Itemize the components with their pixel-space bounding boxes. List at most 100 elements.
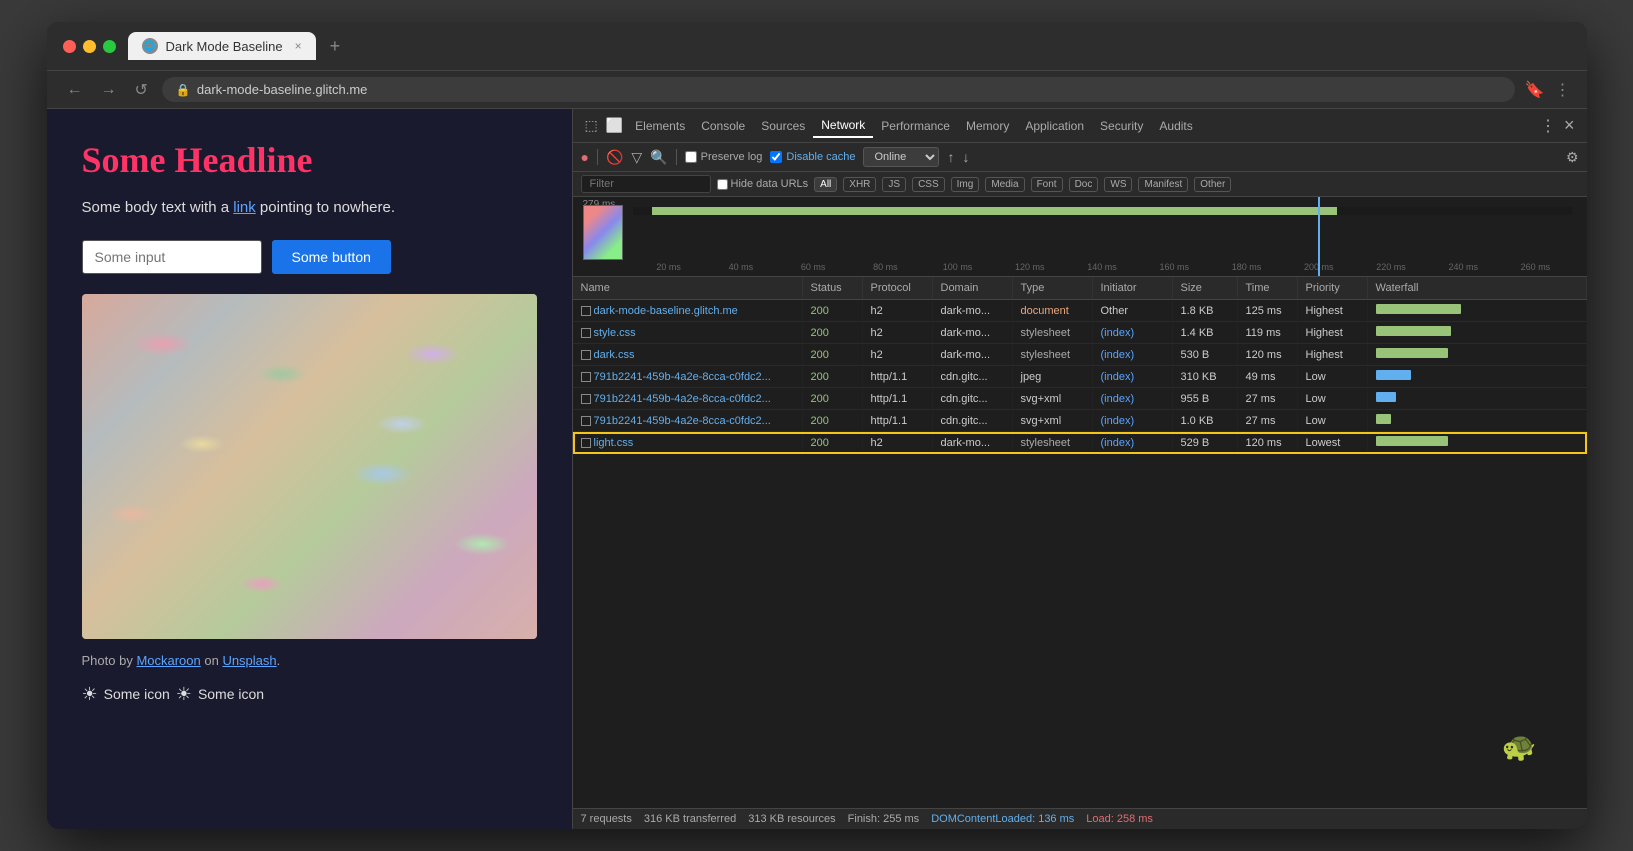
preserve-log-checkbox[interactable]: Preserve log — [685, 151, 763, 163]
some-input[interactable] — [82, 240, 262, 274]
col-waterfall[interactable]: Waterfall — [1368, 277, 1587, 299]
tab-close-button[interactable]: × — [295, 39, 302, 53]
row1-priority: Highest — [1298, 323, 1368, 343]
tab-security[interactable]: Security — [1092, 115, 1151, 137]
devtools-close-icon[interactable]: × — [1560, 109, 1579, 142]
table-row-highlighted[interactable]: light.css 200 h2 dark-mo... stylesheet (… — [573, 432, 1587, 454]
col-time[interactable]: Time — [1238, 277, 1298, 299]
address-bar: ← → ↺ 🔒 dark-mode-baseline.glitch.me 🔖 ⋮ — [47, 71, 1587, 109]
tab-application[interactable]: Application — [1017, 115, 1092, 137]
tab-console[interactable]: Console — [693, 115, 753, 137]
col-priority[interactable]: Priority — [1298, 277, 1368, 299]
main-area: Some Headline Some body text with a link… — [47, 109, 1587, 829]
filter-other[interactable]: Other — [1194, 177, 1231, 192]
table-row[interactable]: 791b2241-459b-4a2e-8cca-c0fdc2... 200 ht… — [573, 410, 1587, 432]
bookmark-icon[interactable]: 🔖 — [1525, 80, 1545, 100]
row2-waterfall — [1368, 344, 1587, 365]
filter-font[interactable]: Font — [1031, 177, 1063, 192]
clear-button[interactable]: 🚫 — [606, 149, 623, 166]
row5-domain: cdn.gitc... — [933, 411, 1013, 431]
devtools-toolbar2: ● 🚫 ▽ 🔍 Preserve log Disable cache Onlin… — [573, 143, 1587, 172]
traffic-light-maximize[interactable] — [103, 40, 116, 53]
row5-priority: Low — [1298, 411, 1368, 431]
row2-protocol: h2 — [863, 345, 933, 365]
tab-favicon: 🌐 — [142, 38, 158, 54]
table-row[interactable]: style.css 200 h2 dark-mo... stylesheet (… — [573, 322, 1587, 344]
hide-data-urls-checkbox[interactable]: Hide data URLs — [717, 178, 809, 190]
col-protocol[interactable]: Protocol — [863, 277, 933, 299]
row6-protocol: h2 — [863, 433, 933, 453]
col-domain[interactable]: Domain — [933, 277, 1013, 299]
traffic-light-close[interactable] — [63, 40, 76, 53]
filter-img[interactable]: Img — [951, 177, 980, 192]
back-button[interactable]: ← — [63, 79, 87, 101]
row5-status: 200 — [803, 411, 863, 431]
record-button[interactable]: ● — [581, 149, 589, 165]
devtools-device-icon[interactable]: ⬜ — [602, 111, 627, 140]
table-row[interactable]: 791b2241-459b-4a2e-8cca-c0fdc2... 200 ht… — [573, 388, 1587, 410]
col-initiator[interactable]: Initiator — [1093, 277, 1173, 299]
icon-label-2: Some icon — [198, 686, 264, 702]
tab-performance[interactable]: Performance — [873, 115, 958, 137]
forward-button[interactable]: → — [97, 79, 121, 101]
reload-button[interactable]: ↺ — [131, 78, 152, 102]
filter-css[interactable]: CSS — [912, 177, 945, 192]
settings-button[interactable]: ⚙ — [1566, 149, 1579, 166]
devtools-inspect-icon[interactable]: ⬚ — [581, 111, 602, 140]
filter-manifest[interactable]: Manifest — [1138, 177, 1188, 192]
row5-protocol: http/1.1 — [863, 411, 933, 431]
disable-cache-checkbox[interactable]: Disable cache — [770, 151, 855, 163]
filter-media[interactable]: Media — [985, 177, 1024, 192]
col-size[interactable]: Size — [1173, 277, 1238, 299]
timeline-area: 279 ms 20 ms 40 ms 60 ms 80 ms 100 ms 12… — [573, 197, 1587, 277]
filter-input[interactable] — [581, 175, 711, 193]
tab-memory[interactable]: Memory — [958, 115, 1017, 137]
row6-domain: dark-mo... — [933, 433, 1013, 453]
new-tab-button[interactable]: + — [324, 36, 347, 57]
row6-time: 120 ms — [1238, 433, 1298, 453]
address-field[interactable]: 🔒 dark-mode-baseline.glitch.me — [162, 77, 1515, 102]
search-icon[interactable]: 🔍 — [650, 149, 667, 166]
table-row[interactable]: dark-mode-baseline.glitch.me 200 h2 dark… — [573, 300, 1587, 322]
row5-initiator: (index) — [1093, 411, 1173, 431]
col-name[interactable]: Name — [573, 277, 803, 299]
filter-doc[interactable]: Doc — [1069, 177, 1099, 192]
row1-status: 200 — [803, 323, 863, 343]
tab-sources[interactable]: Sources — [753, 115, 813, 137]
tab-audits[interactable]: Audits — [1151, 115, 1200, 137]
row3-status: 200 — [803, 367, 863, 387]
table-row[interactable]: 791b2241-459b-4a2e-8cca-c0fdc2... 200 ht… — [573, 366, 1587, 388]
page-body-text: Some body text with a link pointing to n… — [82, 197, 537, 220]
upload-icon[interactable]: ↑ — [947, 149, 954, 165]
row3-type: jpeg — [1013, 367, 1093, 387]
dom-content-loaded: DOMContentLoaded: 136 ms — [931, 813, 1074, 825]
filter-ws[interactable]: WS — [1104, 177, 1132, 192]
finish-time: Finish: 255 ms — [848, 813, 920, 825]
page-headline: Some Headline — [82, 139, 537, 181]
throttle-select[interactable]: Online Fast 3G Slow 3G Offline — [863, 147, 939, 167]
icon-label-1: Some icon — [104, 686, 170, 702]
row4-protocol: http/1.1 — [863, 389, 933, 409]
some-button[interactable]: Some button — [272, 240, 391, 274]
tab-elements[interactable]: Elements — [627, 115, 693, 137]
filter-all[interactable]: All — [814, 177, 837, 192]
col-type[interactable]: Type — [1013, 277, 1093, 299]
col-status[interactable]: Status — [803, 277, 863, 299]
page-content: Some Headline Some body text with a link… — [47, 109, 572, 829]
unsplash-link[interactable]: Unsplash — [222, 653, 276, 668]
table-row[interactable]: dark.css 200 h2 dark-mo... stylesheet (i… — [573, 344, 1587, 366]
filter-icon[interactable]: ▽ — [631, 149, 642, 166]
row3-domain: cdn.gitc... — [933, 367, 1013, 387]
row3-size: 310 KB — [1173, 367, 1238, 387]
more-menu-icon[interactable]: ⋮ — [1555, 80, 1571, 100]
mockaroon-link[interactable]: Mockaroon — [136, 653, 200, 668]
body-link[interactable]: link — [233, 199, 256, 216]
filter-xhr[interactable]: XHR — [843, 177, 876, 192]
download-icon[interactable]: ↓ — [962, 149, 969, 165]
tab-network[interactable]: Network — [813, 114, 873, 138]
filter-js[interactable]: JS — [882, 177, 906, 192]
active-tab[interactable]: 🌐 Dark Mode Baseline × — [128, 32, 316, 60]
row6-type: stylesheet — [1013, 433, 1093, 453]
traffic-light-minimize[interactable] — [83, 40, 96, 53]
devtools-more-icon[interactable]: ⋮ — [1536, 110, 1560, 142]
